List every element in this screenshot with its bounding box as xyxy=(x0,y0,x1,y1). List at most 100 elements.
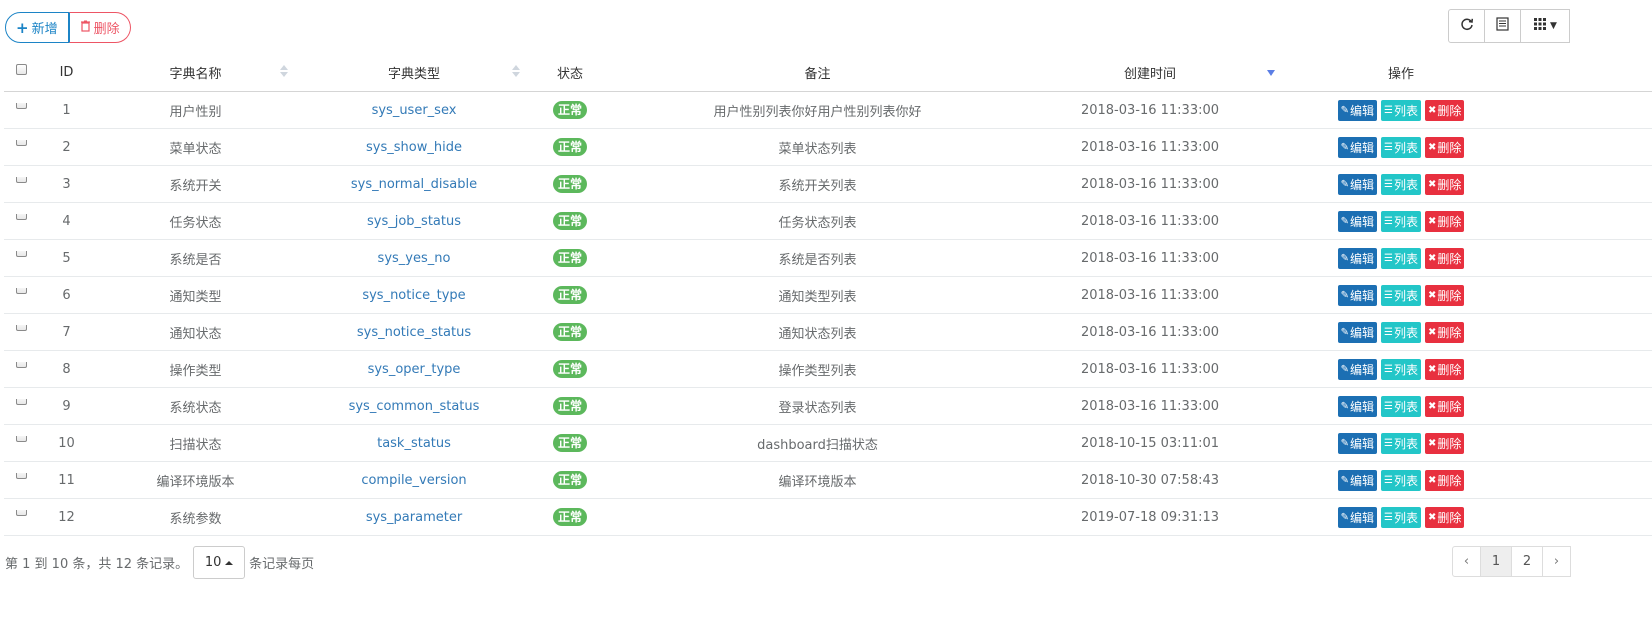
row-checkbox[interactable] xyxy=(16,509,27,516)
row-checkbox[interactable] xyxy=(16,176,27,183)
row-checkbox[interactable] xyxy=(16,250,27,257)
cell-created: 2019-07-18 09:31:13 xyxy=(1080,509,1220,525)
row-checkbox[interactable] xyxy=(16,139,27,146)
row-checkbox[interactable] xyxy=(16,102,27,109)
next-page-button[interactable]: › xyxy=(1542,546,1571,577)
edit-label: 编辑 xyxy=(1349,288,1374,303)
delete-button[interactable]: 删除 xyxy=(68,12,131,43)
edit-row-button[interactable]: ✎ 编辑 xyxy=(1337,358,1377,380)
cell-type: sys_yes_no xyxy=(298,251,530,266)
dict-type-link[interactable]: sys_oper_type xyxy=(368,362,461,377)
dict-type-link[interactable]: sys_normal_disable xyxy=(351,177,477,192)
delete-row-button[interactable]: ✖ 删除 xyxy=(1424,321,1465,343)
dict-type-link[interactable]: compile_version xyxy=(361,473,466,488)
dict-type-link[interactable]: task_status xyxy=(377,436,451,451)
row-checkbox[interactable] xyxy=(16,324,27,331)
row-checkbox[interactable] xyxy=(16,287,27,294)
list-label: 列表 xyxy=(1393,177,1418,192)
status-badge: 正常 xyxy=(552,286,587,304)
edit-row-button[interactable]: ✎ 编辑 xyxy=(1337,506,1377,528)
delete-row-button[interactable]: ✖ 删除 xyxy=(1424,247,1465,269)
edit-row-button[interactable]: ✎ 编辑 xyxy=(1337,469,1377,491)
row-checkbox[interactable] xyxy=(16,472,27,479)
row-checkbox[interactable] xyxy=(16,435,27,442)
dict-type-link[interactable]: sys_notice_status xyxy=(357,325,471,340)
edit-row-button[interactable]: ✎ 编辑 xyxy=(1337,395,1377,417)
list-label: 列表 xyxy=(1393,251,1418,266)
table-row: 12 系统参数 sys_parameter 正常 2019-07-18 09:31:13… xyxy=(4,499,1652,536)
page-1-button[interactable]: 1 xyxy=(1480,546,1512,577)
dict-type-link[interactable]: sys_yes_no xyxy=(378,251,451,266)
list-row-button[interactable]: ☰ 列表 xyxy=(1381,136,1421,158)
header-id[interactable]: ID xyxy=(40,65,93,80)
list-row-button[interactable]: ☰ 列表 xyxy=(1381,395,1421,417)
page-2-button[interactable]: 2 xyxy=(1511,546,1543,577)
row-select-cell xyxy=(4,139,40,155)
delete-row-button[interactable]: ✖ 删除 xyxy=(1424,99,1465,121)
remove-icon: ✖ xyxy=(1427,289,1437,301)
cell-actions: ✎ 编辑 ☰ 列表 ✖ 删除 xyxy=(1275,284,1585,306)
list-row-button[interactable]: ☰ 列表 xyxy=(1381,284,1421,306)
row-checkbox[interactable] xyxy=(16,213,27,220)
cell-remark: 任务状态列表 xyxy=(778,215,857,231)
list-row-button[interactable]: ☰ 列表 xyxy=(1381,358,1421,380)
delete-row-button[interactable]: ✖ 删除 xyxy=(1424,395,1465,417)
list-label: 列表 xyxy=(1393,399,1418,414)
refresh-button[interactable] xyxy=(1448,9,1485,43)
edit-row-button[interactable]: ✎ 编辑 xyxy=(1337,321,1377,343)
edit-row-button[interactable]: ✎ 编辑 xyxy=(1337,432,1377,454)
row-checkbox[interactable] xyxy=(16,398,27,405)
page-size-value: 10 xyxy=(204,555,222,570)
dict-type-link[interactable]: sys_common_status xyxy=(349,399,480,414)
prev-page-button[interactable]: ‹ xyxy=(1452,546,1481,577)
header-name[interactable]: 字典名称 xyxy=(93,63,298,82)
list-icon: ☰ xyxy=(1384,104,1393,116)
header-created-label: 创建时间 xyxy=(1123,66,1176,82)
select-all-checkbox[interactable] xyxy=(16,63,27,75)
header-type-label: 字典类型 xyxy=(387,66,440,82)
list-row-button[interactable]: ☰ 列表 xyxy=(1381,173,1421,195)
delete-label: 删除 xyxy=(1437,473,1462,488)
list-row-button[interactable]: ☰ 列表 xyxy=(1381,469,1421,491)
list-row-button[interactable]: ☰ 列表 xyxy=(1381,247,1421,269)
toggle-view-button[interactable] xyxy=(1484,9,1521,43)
delete-row-button[interactable]: ✖ 删除 xyxy=(1424,358,1465,380)
cell-name: 编译环境版本 xyxy=(156,474,235,490)
edit-row-button[interactable]: ✎ 编辑 xyxy=(1337,136,1377,158)
delete-row-button[interactable]: ✖ 删除 xyxy=(1424,432,1465,454)
page-size-select[interactable]: 10 xyxy=(193,546,246,579)
header-type[interactable]: 字典类型 xyxy=(298,63,530,82)
table-row: 10 扫描状态 task_status 正常 dashboard扫描状态 2018-10-… xyxy=(4,425,1652,462)
edit-row-button[interactable]: ✎ 编辑 xyxy=(1337,247,1377,269)
delete-row-button[interactable]: ✖ 删除 xyxy=(1424,173,1465,195)
edit-label: 编辑 xyxy=(1349,473,1374,488)
add-button[interactable]: + 新增 xyxy=(5,12,69,43)
delete-row-button[interactable]: ✖ 删除 xyxy=(1424,506,1465,528)
cell-id: 1 xyxy=(62,102,71,118)
delete-row-button[interactable]: ✖ 删除 xyxy=(1424,210,1465,232)
status-badge: 正常 xyxy=(552,471,587,489)
columns-dropdown-button[interactable]: ▼ xyxy=(1520,9,1570,43)
row-select-cell xyxy=(4,250,40,266)
list-row-button[interactable]: ☰ 列表 xyxy=(1381,432,1421,454)
list-row-button[interactable]: ☰ 列表 xyxy=(1381,321,1421,343)
edit-row-button[interactable]: ✎ 编辑 xyxy=(1337,99,1377,121)
dict-type-link[interactable]: sys_parameter xyxy=(366,510,462,525)
dict-type-link[interactable]: sys_job_status xyxy=(367,214,461,229)
table-body: 1 用户性别 sys_user_sex 正常 用户性别列表你好用户性别列表你好 2018-… xyxy=(4,92,1652,536)
dict-type-link[interactable]: sys_notice_type xyxy=(362,288,465,303)
dict-type-link[interactable]: sys_user_sex xyxy=(372,103,457,118)
edit-row-button[interactable]: ✎ 编辑 xyxy=(1337,173,1377,195)
edit-row-button[interactable]: ✎ 编辑 xyxy=(1337,210,1377,232)
header-created[interactable]: 创建时间 xyxy=(1025,63,1275,82)
list-row-button[interactable]: ☰ 列表 xyxy=(1381,506,1421,528)
list-row-button[interactable]: ☰ 列表 xyxy=(1381,210,1421,232)
row-checkbox[interactable] xyxy=(16,361,27,368)
delete-row-button[interactable]: ✖ 删除 xyxy=(1424,469,1465,491)
edit-row-button[interactable]: ✎ 编辑 xyxy=(1337,284,1377,306)
list-row-button[interactable]: ☰ 列表 xyxy=(1381,99,1421,121)
delete-row-button[interactable]: ✖ 删除 xyxy=(1424,136,1465,158)
delete-row-button[interactable]: ✖ 删除 xyxy=(1424,284,1465,306)
dict-type-link[interactable]: sys_show_hide xyxy=(366,140,462,155)
edit-icon: ✎ xyxy=(1340,437,1349,449)
